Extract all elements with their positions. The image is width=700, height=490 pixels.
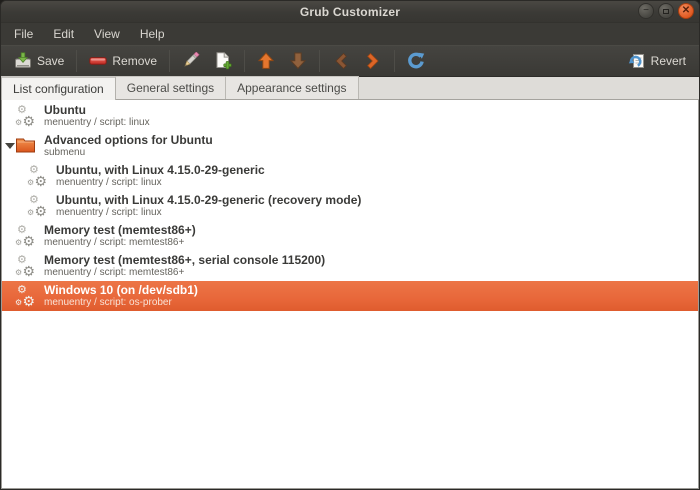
menu-item-help[interactable]: Help [131, 25, 174, 43]
list-item[interactable]: ⚙ ⚙ ⚙ Windows 10 (on /dev/sdb1) menuentry … [2, 281, 698, 311]
entry-icon: ⚙ ⚙ ⚙ [27, 194, 47, 219]
remove-label: Remove [112, 54, 158, 68]
list-item[interactable]: ⚙ ⚙ ⚙ Memory test (memtest86+) menuentry /… [2, 221, 698, 251]
entry-subtitle: submenu [44, 147, 86, 158]
app-window: Grub Customizer − ✕ File Edit View Help Sav… [0, 0, 700, 490]
toolbar-separator [394, 50, 396, 72]
move-right-button[interactable] [357, 49, 389, 73]
maximize-button[interactable] [658, 3, 674, 19]
save-button[interactable]: Save [7, 49, 71, 73]
entry-subtitle: menuentry / script: linux [44, 117, 150, 128]
entry-subtitle: menuentry / script: memtest86+ [44, 267, 185, 278]
toolbar-separator [76, 50, 78, 72]
move-left-icon [332, 52, 350, 70]
save-label: Save [37, 54, 65, 68]
entry-icon: ⚙ ⚙ ⚙ [15, 254, 35, 279]
new-entry-button[interactable] [207, 49, 239, 73]
new-entry-icon [214, 52, 232, 70]
entry-title: Advanced options for Ubuntu [44, 133, 213, 147]
menu-item-view[interactable]: View [85, 25, 129, 43]
entry-title: Ubuntu [44, 103, 86, 117]
rename-icon [182, 52, 200, 70]
remove-button[interactable]: Remove [82, 49, 164, 73]
entry-text: Memory test (memtest86+) menuentry / scr… [44, 223, 196, 249]
entry-icon [15, 135, 37, 157]
tab-general-settings[interactable]: General settings [115, 76, 227, 99]
revert-button[interactable]: Revert [621, 49, 693, 73]
tab-appearance-settings[interactable]: Appearance settings [226, 76, 359, 99]
move-down-button[interactable] [282, 49, 314, 73]
folder-icon [16, 138, 35, 153]
entry-icon: ⚙ ⚙ ⚙ [15, 284, 35, 309]
entry-title: Ubuntu, with Linux 4.15.0-29-generic (re… [56, 193, 362, 207]
list-item[interactable]: ⚙ ⚙ ⚙ Ubuntu, with Linux 4.15.0-29-generic… [2, 161, 698, 191]
rename-button[interactable] [175, 49, 207, 73]
refresh-icon [407, 52, 425, 70]
toolbar: Save Remove Revert [1, 45, 699, 77]
refresh-button[interactable] [400, 49, 432, 73]
entry-title: Memory test (memtest86+, serial console … [44, 253, 326, 267]
entry-text: Ubuntu, with Linux 4.15.0-29-generic (re… [56, 193, 361, 219]
revert-label: Revert [650, 54, 686, 68]
entry-icon: ⚙ ⚙ ⚙ [15, 224, 35, 249]
title-bar: Grub Customizer − ✕ [1, 1, 699, 23]
toolbar-separator [244, 50, 246, 72]
list-item[interactable]: ⚙ ⚙ ⚙ Ubuntu, with Linux 4.15.0-29-generic… [2, 191, 698, 221]
entry-text: Ubuntu menuentry / script: linux [44, 103, 150, 129]
list-item[interactable]: ⚙ ⚙ ⚙ Memory test (memtest86+, serial cons… [2, 251, 698, 281]
save-icon [14, 52, 32, 70]
boot-entry-list: ⚙ ⚙ ⚙ Ubuntu menuentry / script: linux Adv… [1, 100, 699, 489]
move-up-icon [257, 52, 275, 70]
move-up-button[interactable] [250, 49, 282, 73]
expander-zone [4, 143, 15, 149]
entry-title: Memory test (memtest86+) [44, 223, 196, 237]
entry-text: Ubuntu, with Linux 4.15.0-29-generic men… [56, 163, 265, 189]
close-button[interactable]: ✕ [678, 3, 694, 19]
window-title: Grub Customizer [299, 4, 401, 19]
minimize-button[interactable]: − [638, 3, 654, 19]
menu-bar: File Edit View Help [1, 23, 699, 45]
entry-text: Memory test (memtest86+, serial console … [44, 253, 325, 279]
menu-item-file[interactable]: File [5, 25, 42, 43]
window-controls: − ✕ [638, 3, 694, 19]
entry-title: Ubuntu, with Linux 4.15.0-29-generic [56, 163, 265, 177]
expander-icon[interactable] [4, 143, 15, 149]
entry-text: Windows 10 (on /dev/sdb1) menuentry / sc… [44, 283, 198, 309]
list-item[interactable]: Advanced options for Ubuntu submenu [2, 131, 698, 161]
entry-icon: ⚙ ⚙ ⚙ [27, 164, 47, 189]
move-down-icon [289, 52, 307, 70]
menu-item-edit[interactable]: Edit [44, 25, 83, 43]
revert-icon [628, 52, 646, 70]
entry-subtitle: menuentry / script: linux [56, 207, 162, 218]
entry-title: Windows 10 (on /dev/sdb1) [44, 283, 198, 297]
tab-list-configuration[interactable]: List configuration [1, 76, 116, 100]
move-left-button[interactable] [325, 49, 357, 73]
entry-text: Advanced options for Ubuntu submenu [44, 133, 213, 159]
entry-subtitle: menuentry / script: os-prober [44, 297, 172, 308]
move-right-icon [364, 52, 382, 70]
tab-strip: List configuration General settings Appear… [1, 76, 699, 100]
remove-icon [89, 52, 108, 70]
maximize-icon [663, 8, 669, 14]
entry-subtitle: menuentry / script: linux [56, 177, 162, 188]
entry-subtitle: menuentry / script: memtest86+ [44, 237, 185, 248]
entry-icon: ⚙ ⚙ ⚙ [15, 104, 35, 129]
toolbar-separator [169, 50, 171, 72]
toolbar-separator [319, 50, 321, 72]
list-item[interactable]: ⚙ ⚙ ⚙ Ubuntu menuentry / script: linux [2, 101, 698, 131]
